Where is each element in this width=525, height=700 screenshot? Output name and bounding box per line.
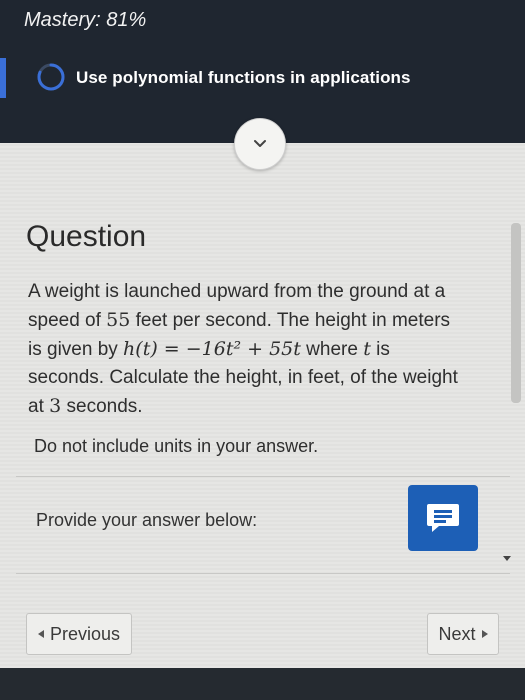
chevron-down-icon <box>254 140 266 147</box>
question-panel: Question A weight is launched upward fro… <box>0 143 525 668</box>
topic-title: Use polynomial functions in applications <box>76 68 411 87</box>
mastery-label: Mastery: 81% <box>24 9 147 31</box>
scrollbar-thumb[interactable] <box>511 223 521 403</box>
answer-prompt: Provide your answer below: <box>36 510 258 530</box>
arrow-right-icon <box>481 630 488 638</box>
height-formula: h(t) = −16t² + 55t <box>123 338 301 360</box>
progress-ring-icon <box>37 63 65 91</box>
expand-chevron-button[interactable] <box>234 118 286 170</box>
question-line: speed of 55 feet per second. The height … <box>28 309 451 331</box>
previous-button[interactable]: Previous <box>26 613 132 655</box>
answer-area[interactable]: Provide your answer below: <box>16 476 510 574</box>
question-line: at 3 seconds. <box>28 395 143 417</box>
question-heading: Question <box>26 220 147 253</box>
arrow-left-icon <box>37 630 44 638</box>
scroll-down-arrow-icon[interactable] <box>503 556 511 561</box>
bottom-bar <box>0 668 525 700</box>
question-line: A weight is launched upward from the gro… <box>28 281 446 302</box>
next-button[interactable]: Next <box>427 613 499 655</box>
question-line: seconds. Calculate the height, in feet, … <box>28 367 458 388</box>
topic-accent-bar <box>0 58 6 98</box>
message-icon <box>427 504 459 532</box>
question-text: A weight is launched upward from the gro… <box>28 278 498 421</box>
question-line: is given by h(t) = −16t² + 55t where t i… <box>28 338 390 360</box>
answer-entry-button[interactable] <box>408 485 478 551</box>
topic-row[interactable]: Use polynomial functions in applications <box>0 58 525 98</box>
answer-instruction: Do not include units in your answer. <box>34 436 319 456</box>
